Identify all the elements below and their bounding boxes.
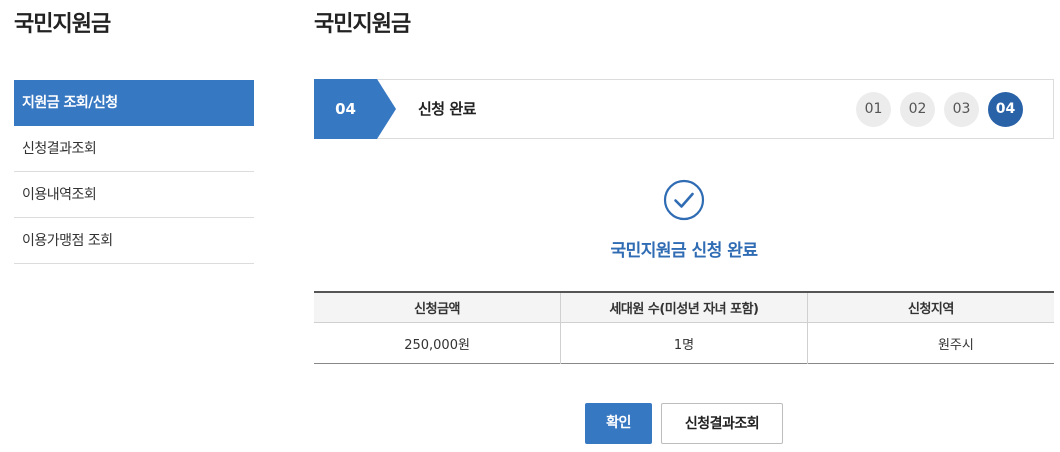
- step-indicators: 01 02 03 04: [856, 92, 1023, 127]
- check-result-button[interactable]: 신청결과조회: [661, 403, 783, 444]
- sidebar-nav: 지원금 조회/신청 신청결과조회 이용내역조회 이용가맹점 조회: [14, 80, 254, 264]
- confirm-button[interactable]: 확인: [585, 403, 652, 444]
- step-indicator-4: 04: [988, 92, 1023, 127]
- completion-message: 국민지원금 신청 완료: [610, 241, 758, 261]
- current-step-badge: 04: [314, 79, 396, 139]
- sidebar-title: 국민지원금: [14, 12, 111, 37]
- header-household: 세대원 수(미성년 자녀 포함): [560, 292, 808, 323]
- sidebar-item-merchants[interactable]: 이용가맹점 조회: [14, 218, 254, 264]
- step-indicator-2: 02: [900, 92, 935, 127]
- result-table: 신청금액 세대원 수(미성년 자녀 포함) 신청지역 250,000원 1명 원…: [314, 291, 1054, 364]
- step-indicator-1: 01: [856, 92, 891, 127]
- step-bar: 04 신청 완료 01 02 03 04: [314, 79, 1054, 139]
- step-indicator-3: 03: [944, 92, 979, 127]
- cell-region: 원주시: [806, 322, 1054, 364]
- table-row: 250,000원 1명 원주시: [314, 322, 1054, 364]
- sidebar-item-result[interactable]: 신청결과조회: [14, 126, 254, 172]
- current-step-number: 04: [335, 100, 356, 118]
- header-amount: 신청금액: [314, 292, 561, 323]
- header-region: 신청지역: [806, 292, 1054, 323]
- page-title: 국민지원금: [314, 12, 411, 37]
- cell-household: 1명: [560, 322, 808, 364]
- sidebar-item-apply[interactable]: 지원금 조회/신청: [14, 80, 254, 126]
- cell-amount: 250,000원: [404, 337, 470, 353]
- sidebar-item-usage[interactable]: 이용내역조회: [14, 172, 254, 218]
- check-circle-icon: [663, 179, 705, 221]
- table-header-row: 신청금액 세대원 수(미성년 자녀 포함) 신청지역: [314, 292, 1054, 323]
- step-title: 신청 완료: [418, 100, 476, 118]
